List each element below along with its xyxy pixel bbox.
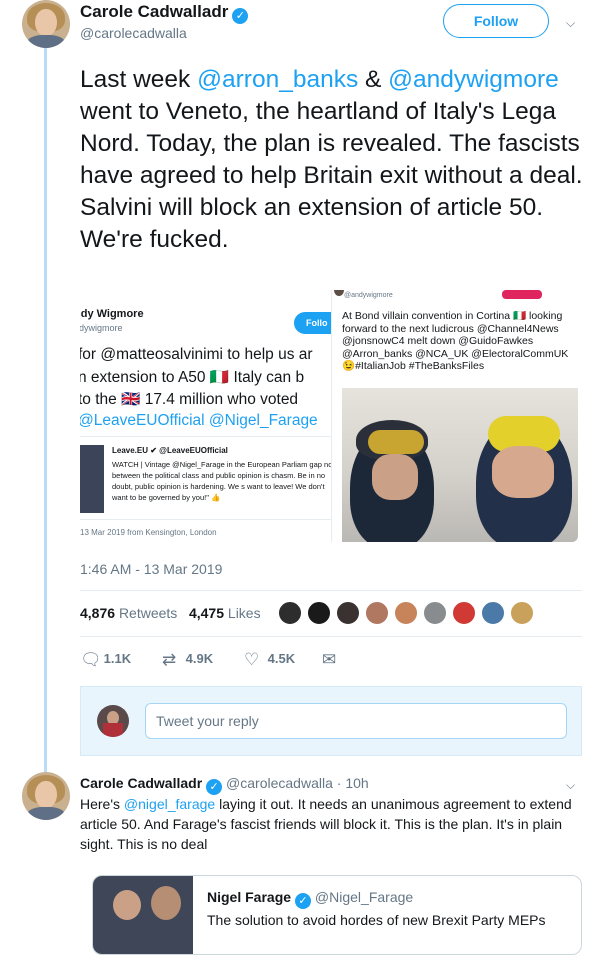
- embedded-text: @LeaveEUOfficial @Nigel_Farage: [80, 412, 318, 429]
- reply-author-name[interactable]: Carole Cadwalladr: [80, 775, 202, 791]
- text-part: Here's: [80, 796, 124, 812]
- author-avatar[interactable]: [22, 0, 70, 48]
- embedded-text: n extension to A50 🇮🇹 Italy can b: [80, 369, 305, 386]
- embedded-quote-author: Leave.EU ✔ @LeaveEUOfficial: [112, 446, 228, 455]
- verified-icon: ✓: [206, 779, 223, 795]
- likes-label[interactable]: Likes: [228, 605, 261, 621]
- retweets-count[interactable]: 4,876: [80, 605, 115, 621]
- media-image-right[interactable]: @andywigmore At Bond villain convention …: [334, 290, 578, 542]
- reply-text: Here's @nigel_farage laying it out. It n…: [80, 794, 580, 854]
- embedded-handle: @andywigmore: [344, 292, 393, 299]
- heart-icon: ♡: [244, 650, 260, 669]
- text-part: went to Veneto, the heartland of Italy's…: [80, 98, 583, 253]
- embedded-text: for @matteosalvinimi to help us ar: [80, 346, 313, 363]
- thread-line: [44, 46, 47, 776]
- quoted-tweet-image: [93, 876, 193, 954]
- verified-icon: ✓: [232, 8, 249, 24]
- quoted-author-name: Nigel Farage: [207, 889, 292, 905]
- reply-author-avatar[interactable]: [22, 772, 70, 820]
- embedded-quote-image: [80, 445, 104, 513]
- envelope-icon: ✉: [322, 650, 337, 669]
- liker-avatar[interactable]: [394, 601, 418, 625]
- author-handle[interactable]: @carolecadwalla: [80, 25, 187, 41]
- follow-button[interactable]: Follow: [443, 4, 549, 38]
- retweets-label[interactable]: Retweets: [119, 605, 177, 621]
- likes-count[interactable]: 4,475: [189, 605, 224, 621]
- mention-link[interactable]: @nigel_farage: [124, 796, 215, 812]
- quoted-tweet-text: The solution to avoid hordes of new Brex…: [207, 912, 546, 928]
- tweet-timestamp[interactable]: 1:46 AM - 13 Mar 2019: [80, 561, 222, 577]
- media-image-left[interactable]: ndy Wigmore ndywigmore Follo for @matteo…: [80, 290, 332, 542]
- mention-link[interactable]: @arron_banks: [197, 66, 358, 93]
- reply-count: 1.1K: [103, 651, 132, 666]
- embedded-line: to the 🇬🇧 17.4 million who voted: [80, 390, 298, 409]
- text-part: &: [358, 66, 389, 93]
- like-count: 4.5K: [267, 651, 296, 666]
- like-button[interactable]: ♡ 4.5K: [244, 650, 295, 670]
- liker-avatar[interactable]: [481, 601, 505, 625]
- embedded-badge: [502, 290, 542, 299]
- tweet-media[interactable]: ndy Wigmore ndywigmore Follo for @matteo…: [80, 290, 578, 542]
- quoted-tweet-header: Nigel Farage ✓ @Nigel_Farage: [207, 889, 413, 909]
- message-button[interactable]: ✉: [322, 650, 342, 670]
- embedded-quote: Leave.EU ✔ @LeaveEUOfficial WATCH | Vint…: [80, 436, 332, 520]
- text-part: Last week: [80, 66, 198, 93]
- embedded-text: to the 🇬🇧 17.4 million who voted: [80, 391, 299, 408]
- embedded-tweet-text: At Bond villain convention in Cortina 🇮🇹…: [342, 310, 569, 372]
- embedded-line: n extension to A50 🇮🇹 Italy can b: [80, 368, 304, 387]
- quoted-tweet[interactable]: Nigel Farage ✓ @Nigel_Farage The solution…: [92, 875, 582, 955]
- reply-button[interactable]: 🗨 1.1K: [80, 650, 131, 670]
- embedded-follow-button: Follo: [294, 312, 331, 334]
- divider: [80, 636, 582, 637]
- embedded-quote-text: WATCH | Vintage @Nigel_Farage in the Eur…: [112, 460, 332, 502]
- chevron-down-icon[interactable]: ⌵: [566, 778, 575, 793]
- embedded-date: 13 Mar 2019 from Kensington, London: [80, 528, 217, 537]
- divider: [80, 590, 582, 591]
- ski-photo: [342, 388, 578, 542]
- retweet-count: 4.9K: [185, 651, 214, 666]
- reply-composer: Tweet your reply: [80, 686, 582, 756]
- liker-avatar[interactable]: [423, 601, 447, 625]
- tweet-text: Last week @arron_banks & @andywigmore we…: [80, 64, 585, 256]
- chevron-down-icon[interactable]: ⌵: [566, 16, 575, 31]
- embedded-author-handle: ndywigmore: [80, 323, 123, 333]
- reply-author-handle[interactable]: @carolecadwalla: [226, 775, 333, 791]
- current-user-avatar[interactable]: [97, 705, 129, 737]
- liker-avatar[interactable]: [307, 601, 331, 625]
- embedded-avatar: [334, 290, 344, 296]
- author-name[interactable]: Carole Cadwalladr: [80, 2, 228, 21]
- tweet-stats: 4,876 Retweets 4,475 Likes: [80, 605, 261, 621]
- liker-avatar[interactable]: [452, 601, 476, 625]
- liker-avatar[interactable]: [278, 601, 302, 625]
- embedded-author-name: ndy Wigmore: [80, 308, 144, 320]
- liker-avatar[interactable]: [510, 601, 534, 625]
- liker-avatar[interactable]: [336, 601, 360, 625]
- reply-header: Carole Cadwalladr ✓ @carolecadwalla · 10h: [80, 775, 369, 795]
- liker-avatar[interactable]: [365, 601, 389, 625]
- mention-link[interactable]: @andywigmore: [388, 66, 559, 93]
- verified-icon: ✓: [295, 893, 312, 909]
- quoted-author-handle: @Nigel_Farage: [314, 889, 414, 905]
- author-header: Carole Cadwalladr ✓: [80, 2, 249, 24]
- reply-icon: 🗨: [80, 650, 102, 669]
- embedded-line: for @matteosalvinimi to help us ar: [80, 346, 313, 364]
- retweet-icon: ⇄: [162, 650, 177, 669]
- embedded-line: @LeaveEUOfficial @Nigel_Farage: [80, 412, 318, 430]
- reply-input[interactable]: Tweet your reply: [145, 703, 567, 739]
- reply-time[interactable]: · 10h: [337, 775, 369, 791]
- retweet-button[interactable]: ⇄ 4.9K: [162, 650, 213, 670]
